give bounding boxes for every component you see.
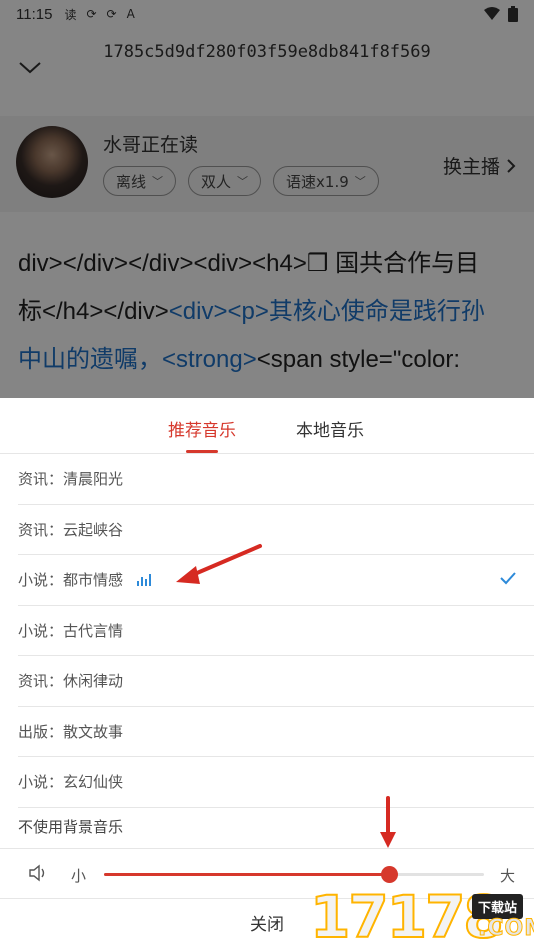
volume-min-label: 小: [71, 867, 87, 885]
chevron-down-icon: ﹀: [237, 175, 249, 188]
chevron-right-icon: [507, 158, 516, 173]
volume-max-label: 大: [500, 867, 516, 885]
status-time: 11:15: [16, 5, 53, 23]
music-item-label: 小说：玄幻仙侠: [18, 773, 124, 792]
status-sync-icon-2: ⟳: [106, 7, 117, 21]
music-list-item[interactable]: 资讯：休闲律动: [18, 656, 534, 707]
text-line-3b: <span style="color:: [256, 346, 461, 373]
text-line-2: 标</h4></div><div><p>其核心使命是践行孙: [18, 288, 523, 336]
chevron-down-icon: ﹀: [354, 175, 366, 188]
reader-background: 11:15 读 ⟳ ⟳ A 1785c5d9df280f03f59e8db841…: [0, 0, 534, 398]
text-line-1: div></div></div><div><h4>❒ 国共合作与目: [18, 250, 480, 277]
switch-anchor-label: 换主播: [442, 156, 500, 178]
chevron-down-icon: ﹀: [152, 175, 164, 188]
music-list-item[interactable]: 小说：玄幻仙侠: [18, 757, 534, 808]
status-a-icon: A: [126, 7, 135, 21]
text-line-3: 中山的遗嘱，<strong><span style="color:: [18, 336, 523, 384]
tab-indicator: [186, 450, 218, 453]
music-tabs: 推荐音乐 本地音乐: [0, 398, 534, 454]
volume-slider-fill: [104, 873, 389, 876]
music-list-item[interactable]: 小说：古代言情: [18, 606, 534, 656]
now-playing-icon: [137, 573, 152, 586]
switch-anchor-button[interactable]: 换主播: [443, 152, 516, 179]
text-line-2a: 标</h4></div>: [18, 298, 169, 325]
chip-voice[interactable]: 双人 ﹀: [188, 166, 262, 196]
reader-body-text: div></div></div><div><h4>❒ 国共合作与目 标</h4>…: [18, 240, 523, 384]
tab-recommended-music[interactable]: 推荐音乐: [168, 416, 236, 441]
watermark-suffix: .COM: [477, 916, 534, 942]
status-right-icons: [484, 6, 518, 22]
background-music-sheet: 推荐音乐 本地音乐 资讯：清晨阳光 资讯：云起峡谷 小说：都市情感 小说：古代言情 资讯…: [0, 398, 534, 950]
chip-mode[interactable]: 离线 ﹀: [103, 166, 177, 196]
reader-topbar: 1785c5d9df280f03f59e8db841f8f569: [0, 34, 534, 94]
battery-icon: [508, 6, 518, 22]
speaker-icon: [29, 864, 45, 882]
wifi-icon: [484, 7, 500, 20]
tab-local-music[interactable]: 本地音乐: [296, 416, 364, 441]
anchor-card: 水哥正在读 离线 ﹀ 双人 ﹀ 语速x1.9 ﹀ 换主播: [0, 116, 534, 212]
chip-voice-label: 双人: [201, 172, 232, 191]
music-item-label: 小说：古代言情: [18, 621, 124, 640]
music-item-label: 出版：散文故事: [18, 722, 124, 741]
music-item-label: 资讯：休闲律动: [18, 672, 124, 691]
status-sync-icon: ⟳: [86, 7, 97, 21]
chip-mode-label: 离线: [116, 172, 147, 191]
chip-speed[interactable]: 语速x1.9 ﹀: [273, 166, 379, 196]
music-list-item[interactable]: 资讯：清晨阳光: [18, 454, 534, 505]
music-list-item[interactable]: 小说：都市情感: [18, 555, 534, 606]
anchor-options: 离线 ﹀ 双人 ﹀ 语速x1.9 ﹀: [103, 166, 379, 196]
music-item-label: 资讯：清晨阳光: [18, 470, 124, 489]
text-line-3a: 中山的遗嘱，<strong>: [18, 346, 257, 373]
volume-slider-handle[interactable]: [381, 866, 398, 883]
status-read-icon: 读: [64, 7, 77, 22]
no-background-music-option[interactable]: 不使用背景音乐: [18, 816, 123, 837]
anchor-name: 水哥正在读: [103, 134, 199, 156]
document-title: 1785c5d9df280f03f59e8db841f8f569: [103, 42, 431, 62]
music-list: 资讯：清晨阳光 资讯：云起峡谷 小说：都市情感 小说：古代言情 资讯：休闲律动 出版：散文…: [0, 454, 534, 808]
chip-speed-label: 语速x1.9: [286, 172, 349, 191]
music-item-label: 资讯：云起峡谷: [18, 520, 124, 539]
music-list-item[interactable]: 资讯：云起峡谷: [18, 505, 534, 555]
checkmark-icon: [500, 572, 516, 585]
avatar[interactable]: [16, 126, 88, 198]
music-list-item[interactable]: 出版：散文故事: [18, 707, 534, 757]
music-item-label: 小说：都市情感: [18, 571, 124, 590]
text-line-2b: <div><p>其核心使命是践行孙: [168, 298, 485, 325]
volume-slider[interactable]: [104, 866, 484, 883]
status-bar: 11:15 读 ⟳ ⟳ A: [0, 0, 534, 28]
